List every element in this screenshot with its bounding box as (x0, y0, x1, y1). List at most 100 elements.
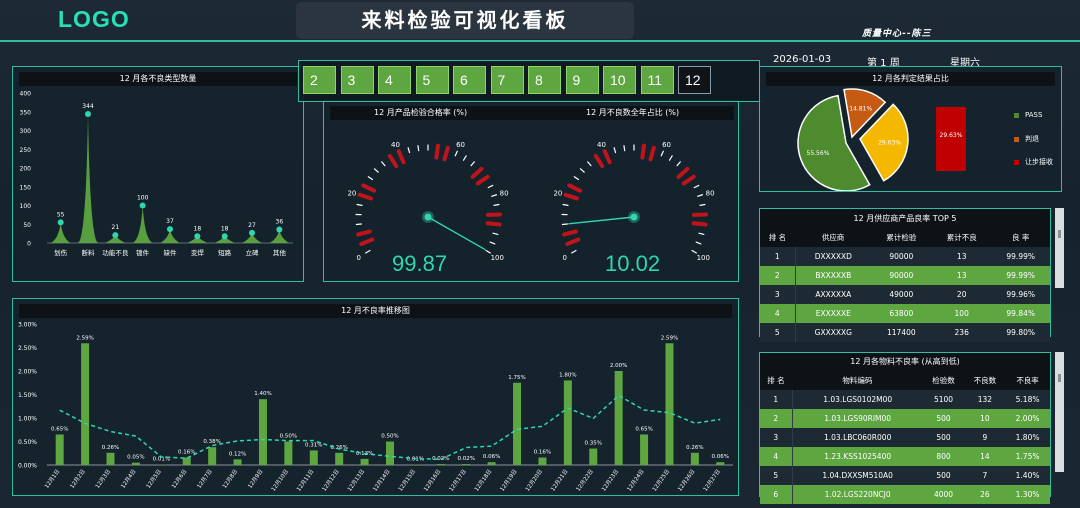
table-cell: 3 (760, 428, 793, 447)
table-cell: 1 (760, 390, 793, 409)
supplier-top5-title: 12 月供应商产品良率 TOP 5 (760, 209, 1050, 228)
table-row[interactable]: 2 1.03.LGS90RIM00 500 10 2.00% (760, 409, 1050, 428)
defect-point (112, 232, 119, 239)
category-label: 12月25日 (651, 468, 671, 492)
category-label: 12月5日 (145, 468, 163, 490)
table-cell: 9 (964, 428, 1006, 447)
table-cell: 1.75% (1005, 447, 1050, 466)
gauge-tick (355, 223, 362, 226)
pie-slice-label: 55.56% (807, 150, 830, 157)
department-owner: 质量中心--陈三 (862, 29, 932, 39)
category-label: 划伤 (54, 248, 68, 257)
table-row[interactable]: 3 AXXXXXA 49000 20 99.96% (760, 285, 1050, 304)
column-header[interactable]: 不良率 (1005, 371, 1050, 390)
gauge-tick-label: 20 (553, 189, 562, 197)
trend-bar (640, 434, 649, 465)
gauge-red-tick (396, 149, 406, 165)
table-row[interactable]: 5 GXXXXXG 117400 236 99.80% (760, 323, 1050, 342)
y-tick-label: 200 (20, 166, 32, 173)
month-button-6[interactable]: 6 (453, 66, 486, 94)
table-cell: 2.00% (1005, 409, 1050, 428)
column-header[interactable]: 排 名 (760, 371, 792, 390)
column-header[interactable]: 供应商 (795, 228, 872, 247)
trend-bar (436, 464, 445, 465)
gauge-tick (485, 249, 491, 254)
data-label: 55 (57, 211, 65, 218)
month-button-10[interactable]: 10 (603, 66, 636, 94)
data-label: 0.02% (457, 456, 474, 462)
pass-rate-value: 99.87 (392, 251, 448, 276)
legend-item: 让步接收 (1014, 157, 1053, 167)
supplier-scrollbar[interactable] (1055, 208, 1064, 288)
column-header[interactable]: 累计不良 (931, 228, 992, 247)
y-tick-label: 3.00% (18, 322, 37, 329)
month-button-3[interactable]: 3 (340, 66, 374, 94)
y-tick-label: 150 (20, 184, 32, 191)
table-row[interactable]: 2 BXXXXXB 90000 13 99.99% (760, 266, 1050, 285)
month-button-4[interactable]: 4 (378, 66, 411, 94)
category-label: 12月19日 (499, 468, 519, 492)
gauge-red-tick (602, 149, 612, 165)
y-tick-label: 300 (20, 128, 32, 135)
data-label: 18 (221, 225, 229, 232)
category-label: 12月3日 (94, 468, 112, 490)
trend-bar (233, 459, 242, 465)
gauge-tick-label: 80 (706, 189, 715, 197)
gauge-tick (373, 168, 379, 173)
column-header[interactable]: 排 名 (760, 228, 795, 247)
data-label: 1.75% (508, 375, 525, 381)
table-row[interactable]: 3 1.03.LBC060R000 500 9 1.80% (760, 428, 1050, 447)
column-header[interactable]: 不良数 (964, 371, 1006, 390)
category-label: 12月11日 (295, 468, 315, 492)
data-label: 0.06% (483, 454, 500, 460)
trend-bar (614, 371, 623, 465)
table-cell: 90000 (871, 247, 932, 266)
data-label: 36 (276, 219, 284, 226)
data-label: 0.16% (178, 449, 195, 455)
table-cell: 500 (922, 466, 965, 485)
month-button-5[interactable]: 5 (415, 66, 449, 94)
column-header[interactable]: 良 率 (991, 228, 1050, 247)
gauge-red-tick (562, 229, 578, 237)
material-scrollbar[interactable] (1055, 352, 1064, 472)
gauge-tick-label: 80 (500, 189, 509, 197)
y-tick-label: 350 (20, 109, 32, 116)
table-row[interactable]: 1 1.03.LGS0102M00 5100 132 5.18% (760, 390, 1050, 409)
column-header[interactable]: 检验数 (922, 371, 965, 390)
table-cell: 4000 (922, 485, 965, 504)
table-row[interactable]: 4 EXXXXXE 63800 100 99.84% (760, 304, 1050, 323)
table-row[interactable]: 6 1.02.LGS220NCJ0 4000 26 1.30% (760, 485, 1050, 504)
column-header[interactable]: 物料编码 (792, 371, 923, 390)
month-button-8[interactable]: 8 (528, 66, 561, 94)
month-button-12[interactable]: 12 (678, 66, 711, 94)
table-cell: 4 (760, 447, 793, 466)
category-label: 12月14日 (372, 468, 392, 492)
column-header[interactable]: 累计检验 (871, 228, 932, 247)
supplier-table: 排 名供应商 累计检验 累计不良良 率 1 DXXXXXD 90000 13 99.99% 2 B… (760, 228, 1050, 342)
table-cell: 100 (931, 304, 992, 323)
trend-bar (386, 441, 394, 465)
gauge-tick (454, 150, 458, 157)
gauge-tick (417, 145, 420, 152)
gauge-tick (470, 161, 475, 167)
defect-spike (50, 222, 71, 243)
gauge-tick (573, 176, 580, 181)
y-tick-label: 2.00% (18, 369, 37, 376)
table-cell: 3 (760, 285, 796, 304)
gauge-tick (365, 249, 371, 254)
month-button-11[interactable]: 11 (640, 66, 674, 94)
month-button-2[interactable]: 2 (303, 66, 336, 94)
month-button-9[interactable]: 9 (565, 66, 599, 94)
gauge-tick (356, 203, 363, 206)
table-row[interactable]: 4 1.23.KSS1025400 800 14 1.75% (760, 447, 1050, 466)
table-cell: 1.03.LGS0102M00 (792, 390, 923, 409)
material-defect-title: 12 月各物料不良率 (从高到低) (760, 353, 1050, 371)
month-button-7[interactable]: 7 (490, 66, 524, 94)
gauge-red-tick (475, 174, 490, 186)
table-row[interactable]: 5 1.04.DXXSM510A0 500 7 1.40% (760, 466, 1050, 485)
gauge-tick (561, 223, 568, 226)
trend-title: 12 月不良率推移图 (19, 304, 732, 318)
table-row[interactable]: 1 DXXXXXD 90000 13 99.99% (760, 247, 1050, 266)
data-label: 2.00% (610, 363, 627, 369)
data-label: 18 (194, 225, 202, 232)
